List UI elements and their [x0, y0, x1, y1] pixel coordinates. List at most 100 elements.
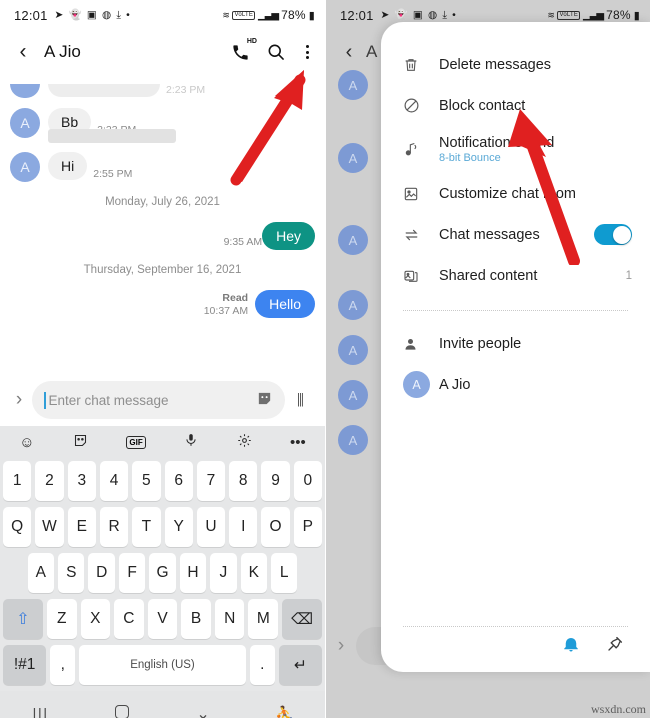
- key-c[interactable]: C: [114, 599, 144, 639]
- key-w[interactable]: W: [35, 507, 64, 547]
- key-q[interactable]: Q: [3, 507, 32, 547]
- accessibility-icon[interactable]: ⛹: [244, 705, 325, 718]
- whatsapp-icon: ◍: [427, 8, 438, 21]
- menu-item-text: A Jio: [439, 377, 470, 393]
- emoji-icon[interactable]: ☺: [19, 434, 34, 451]
- chevron-right-icon[interactable]: ›: [326, 635, 356, 657]
- volte-icon: VoLTE: [557, 10, 581, 20]
- pin-icon[interactable]: [606, 635, 624, 658]
- key-m[interactable]: M: [248, 599, 279, 639]
- menu-item-text: Notification sound 8-bit Bounce: [439, 135, 554, 164]
- key-a[interactable]: A: [27, 553, 55, 593]
- chevron-right-icon[interactable]: ›: [6, 389, 32, 411]
- chat-messages-toggle[interactable]: [594, 224, 632, 245]
- menu-item-label: Delete messages: [439, 56, 552, 73]
- key-6[interactable]: 6: [164, 461, 193, 501]
- key-z[interactable]: Z: [46, 599, 77, 639]
- search-icon[interactable]: [266, 42, 286, 62]
- key-3[interactable]: 3: [67, 461, 96, 501]
- key-p[interactable]: P: [293, 507, 322, 547]
- volte-icon: VoLTE: [232, 10, 256, 20]
- key-s[interactable]: S: [58, 553, 85, 593]
- avatar: A: [338, 290, 368, 320]
- key-u[interactable]: U: [196, 507, 226, 547]
- avatar: A: [338, 225, 368, 255]
- menu-item-contact-a-jio[interactable]: A A Jio: [381, 364, 650, 405]
- message-time: 10:37 AM: [203, 305, 249, 317]
- enter-icon[interactable]: ↵: [278, 645, 322, 685]
- sticker-icon[interactable]: [73, 433, 88, 452]
- key-j[interactable]: J: [210, 553, 237, 593]
- shift-icon[interactable]: ⇧: [2, 599, 43, 639]
- chat-message-list: 2:23 PM A Bb 2:23 PM A Hi 2:55 PM Monday…: [0, 74, 325, 374]
- sticker-icon[interactable]: [256, 390, 273, 411]
- period-key[interactable]: .: [249, 645, 275, 685]
- bell-icon[interactable]: [562, 635, 580, 658]
- menu-item-customize-chat-room[interactable]: Customize chat room: [381, 173, 650, 214]
- settings-icon[interactable]: [237, 433, 252, 452]
- key-1[interactable]: 1: [3, 461, 32, 501]
- dot-icon: •: [126, 8, 131, 21]
- recents-icon[interactable]: |||: [0, 706, 81, 718]
- message-row-outgoing[interactable]: Read 10:37 AM Hello: [10, 290, 315, 318]
- key-o[interactable]: O: [261, 507, 290, 547]
- back-chevron-icon[interactable]: ‹: [336, 41, 362, 64]
- key-2[interactable]: 2: [35, 461, 64, 501]
- gif-icon[interactable]: GIF: [126, 435, 146, 449]
- space-key[interactable]: English (US): [79, 645, 246, 685]
- key-8[interactable]: 8: [229, 461, 258, 501]
- menu-item-shared-content[interactable]: Shared content 1: [381, 255, 650, 296]
- dual-screenshot: 12:01 ➤ 👻 ▣ ◍ ⤓ • ≋ VoLTE ▁▃▅ 78% ▮ ‹ A …: [0, 0, 650, 718]
- more-vertical-icon[interactable]: [302, 45, 313, 59]
- key-y[interactable]: Y: [164, 507, 193, 547]
- sheet-footer: [381, 635, 650, 672]
- menu-item-chat-messages[interactable]: Chat messages: [381, 214, 650, 255]
- message-row-outgoing[interactable]: 9:35 AM Hey: [10, 222, 315, 250]
- status-left-icons: ➤ 👻 ▣ ◍ ⤓ •: [381, 10, 457, 21]
- key-9[interactable]: 9: [261, 461, 290, 501]
- telegram-icon: ➤: [54, 8, 64, 21]
- key-n[interactable]: N: [214, 599, 245, 639]
- avatar: [10, 84, 40, 98]
- key-5[interactable]: 5: [132, 461, 161, 501]
- comma-key[interactable]: ,: [50, 645, 76, 685]
- key-h[interactable]: H: [179, 553, 207, 593]
- key-r[interactable]: R: [99, 507, 129, 547]
- key-7[interactable]: 7: [196, 461, 226, 501]
- key-0[interactable]: 0: [293, 461, 322, 501]
- mic-icon[interactable]: [184, 432, 198, 452]
- call-hd-icon[interactable]: HD: [231, 38, 257, 62]
- key-f[interactable]: F: [118, 553, 146, 593]
- home-icon[interactable]: [81, 704, 162, 718]
- symbols-key[interactable]: !#1: [3, 645, 47, 685]
- date-separator: Thursday, September 16, 2021: [83, 264, 242, 276]
- key-k[interactable]: K: [240, 553, 267, 593]
- menu-item-label: Customize chat room: [439, 185, 576, 202]
- key-g[interactable]: G: [149, 553, 176, 593]
- chat-input-field[interactable]: Enter chat message: [32, 381, 285, 419]
- key-b[interactable]: B: [181, 599, 211, 639]
- menu-item-text: Block contact: [439, 98, 525, 114]
- message-row-blurred[interactable]: 2:23 PM: [10, 84, 315, 98]
- key-i[interactable]: I: [229, 507, 258, 547]
- message-icon: ▣: [86, 8, 97, 21]
- menu-item-invite-people[interactable]: Invite people: [381, 323, 650, 364]
- menu-item-block-contact[interactable]: Block contact: [381, 85, 650, 126]
- menu-item-notification-sound[interactable]: Notification sound 8-bit Bounce: [381, 126, 650, 173]
- key-v[interactable]: V: [147, 599, 178, 639]
- audio-wave-icon[interactable]: ⫼: [285, 392, 315, 409]
- more-icon[interactable]: •••: [290, 434, 306, 451]
- divider: [403, 310, 628, 311]
- menu-item-delete-messages[interactable]: Delete messages: [381, 44, 650, 85]
- key-d[interactable]: D: [88, 553, 115, 593]
- key-l[interactable]: L: [270, 553, 298, 593]
- key-4[interactable]: 4: [99, 461, 129, 501]
- key-x[interactable]: X: [80, 599, 111, 639]
- backspace-icon[interactable]: ⌫: [282, 599, 323, 639]
- back-chevron-icon[interactable]: ‹: [8, 40, 38, 64]
- keyboard-down-icon[interactable]: ⌄: [163, 704, 244, 718]
- message-bubble: Hey: [262, 222, 315, 250]
- key-e[interactable]: E: [67, 507, 96, 547]
- message-row[interactable]: A Hi 2:55 PM: [10, 152, 315, 182]
- key-t[interactable]: T: [132, 507, 161, 547]
